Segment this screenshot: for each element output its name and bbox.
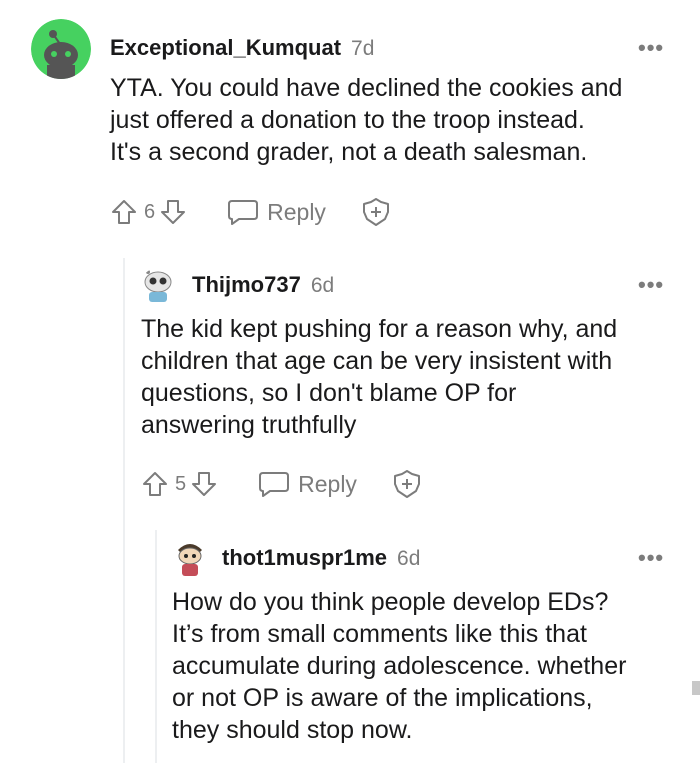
avatar[interactable]: [172, 538, 208, 578]
scrollbar-thumb[interactable]: [692, 681, 700, 695]
username[interactable]: Thijmo737: [192, 272, 301, 297]
comment-author[interactable]: thot1muspr1me 6d: [222, 545, 420, 571]
reply-label: Reply: [267, 198, 326, 225]
thread-line-1[interactable]: [123, 258, 125, 763]
comment-bubble-icon: [259, 472, 290, 497]
upvote-icon[interactable]: [110, 198, 138, 226]
reply-label: Reply: [298, 470, 357, 497]
comment-bubble-icon: [228, 200, 259, 225]
comment-author[interactable]: Thijmo737 6d: [192, 272, 334, 298]
username[interactable]: thot1muspr1me: [222, 545, 387, 570]
comment-age: 6d: [397, 547, 421, 570]
vote-score: 6: [144, 200, 156, 223]
comment-actions: 6 Reply: [110, 196, 392, 228]
comment-author[interactable]: Exceptional_Kumquat 7d: [110, 35, 374, 61]
more-options-icon[interactable]: •••: [638, 547, 664, 569]
snoo-avatar-icon: [172, 538, 208, 578]
more-options-icon[interactable]: •••: [638, 274, 664, 296]
downvote-icon[interactable]: [190, 470, 218, 498]
comment-age: 7d: [351, 37, 375, 60]
reply-button[interactable]: Reply: [227, 198, 326, 226]
reply-button[interactable]: Reply: [258, 470, 357, 498]
username[interactable]: Exceptional_Kumquat: [110, 35, 341, 60]
upvote-icon[interactable]: [141, 470, 169, 498]
award-icon[interactable]: [360, 196, 392, 228]
award-icon[interactable]: [391, 468, 423, 500]
comment-actions: 5 Reply: [141, 468, 423, 500]
comment-body: The kid kept pushing for a reason why, a…: [141, 315, 618, 439]
avatar[interactable]: [31, 19, 91, 79]
avatar[interactable]: [140, 268, 176, 304]
more-options-icon[interactable]: •••: [638, 37, 664, 59]
comment-body: How do you think people develop EDs? It’…: [172, 588, 627, 744]
vote-score: 5: [175, 472, 187, 495]
comment-body: YTA. You could have declined the cookies…: [110, 74, 623, 166]
snoo-avatar-icon: [31, 19, 91, 79]
snoo-avatar-icon: [140, 268, 176, 304]
downvote-icon[interactable]: [159, 198, 187, 226]
comment-age: 6d: [310, 274, 335, 297]
thread-line-2[interactable]: [155, 530, 157, 763]
